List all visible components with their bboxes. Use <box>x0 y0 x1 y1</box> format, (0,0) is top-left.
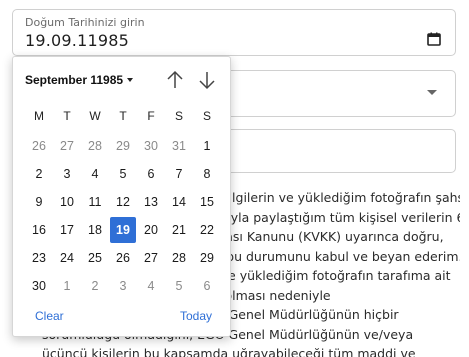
day-cell[interactable]: 6 <box>138 161 164 187</box>
day-cell[interactable]: 15 <box>194 189 220 215</box>
today-button[interactable]: Today <box>180 309 212 323</box>
day-cell[interactable]: 11 <box>82 189 108 215</box>
day-cell[interactable]: 13 <box>138 189 164 215</box>
day-cell[interactable]: 25 <box>82 245 108 271</box>
day-cell[interactable]: 18 <box>82 217 108 243</box>
date-picker-popup: September 11985 MTWTFSS 26 27 28 29 30 31 1 2 3 4… <box>12 56 231 337</box>
chevron-down-icon <box>427 90 437 95</box>
arrow-down-icon[interactable] <box>197 69 217 91</box>
day-cell-selected[interactable]: 19 <box>110 217 136 243</box>
day-cell[interactable]: 14 <box>166 189 192 215</box>
day-cell[interactable]: 24 <box>54 245 80 271</box>
weekday-label: S <box>174 109 183 123</box>
date-picker-footer: Clear Today <box>13 305 232 331</box>
day-cell[interactable]: 10 <box>54 189 80 215</box>
birth-date-field[interactable]: Doğum Tarihinizi girin 19.09.11985 <box>12 9 456 56</box>
day-cell[interactable]: 7 <box>166 161 192 187</box>
day-cell[interactable]: 27 <box>54 133 80 159</box>
day-cell[interactable]: 29 <box>194 245 220 271</box>
day-cell[interactable]: 5 <box>166 273 192 299</box>
day-cell[interactable]: 20 <box>138 217 164 243</box>
day-cell[interactable]: 8 <box>194 161 220 187</box>
day-cell[interactable]: 2 <box>82 273 108 299</box>
weekday-header: MTWTFSS <box>25 109 221 127</box>
day-cell[interactable]: 2 <box>26 161 52 187</box>
weekday-label: M <box>34 109 44 123</box>
day-cell[interactable]: 21 <box>166 217 192 243</box>
weekday-label: S <box>202 109 211 123</box>
day-cell[interactable]: 12 <box>110 189 136 215</box>
day-cell[interactable]: 26 <box>110 245 136 271</box>
clear-button[interactable]: Clear <box>35 309 64 323</box>
day-cell[interactable]: 23 <box>26 245 52 271</box>
day-cell[interactable]: 17 <box>54 217 80 243</box>
day-cell[interactable]: 22 <box>194 217 220 243</box>
weekday-label: F <box>147 109 155 123</box>
day-cell[interactable]: 4 <box>138 273 164 299</box>
birth-date-input[interactable]: 19.09.11985 <box>25 31 129 50</box>
day-cell[interactable]: 26 <box>26 133 52 159</box>
weekday-label: T <box>63 109 71 123</box>
day-cell[interactable]: 1 <box>54 273 80 299</box>
day-cell[interactable]: 31 <box>166 133 192 159</box>
day-cell[interactable]: 27 <box>138 245 164 271</box>
weekday-label: W <box>89 109 101 123</box>
weekday-label: T <box>119 109 127 123</box>
day-cell[interactable]: 4 <box>82 161 108 187</box>
day-cell[interactable]: 5 <box>110 161 136 187</box>
calendar-grid: 26 27 28 29 30 31 1 2 3 4 5 6 7 8 9 10 11 12 13 14 15 16 17 18 1… <box>25 133 221 301</box>
day-cell[interactable]: 3 <box>110 273 136 299</box>
day-cell[interactable]: 1 <box>194 133 220 159</box>
birth-date-label: Doğum Tarihinizi girin <box>25 16 145 29</box>
calendar-icon[interactable] <box>427 32 441 46</box>
month-year-dropdown[interactable]: September 11985 <box>25 73 123 87</box>
day-cell[interactable]: 9 <box>26 189 52 215</box>
day-cell[interactable]: 30 <box>26 273 52 299</box>
day-cell[interactable]: 6 <box>194 273 220 299</box>
day-cell[interactable]: 28 <box>82 133 108 159</box>
day-cell[interactable]: 16 <box>26 217 52 243</box>
caret-down-icon[interactable] <box>127 78 133 82</box>
day-cell[interactable]: 30 <box>138 133 164 159</box>
date-picker-header: September 11985 <box>13 57 232 103</box>
arrow-up-icon[interactable] <box>165 69 185 91</box>
day-cell[interactable]: 29 <box>110 133 136 159</box>
day-cell[interactable]: 28 <box>166 245 192 271</box>
day-cell[interactable]: 3 <box>54 161 80 187</box>
consent-line: üçüncü kişilerin bu kapsamda uğrayabilec… <box>42 346 416 357</box>
